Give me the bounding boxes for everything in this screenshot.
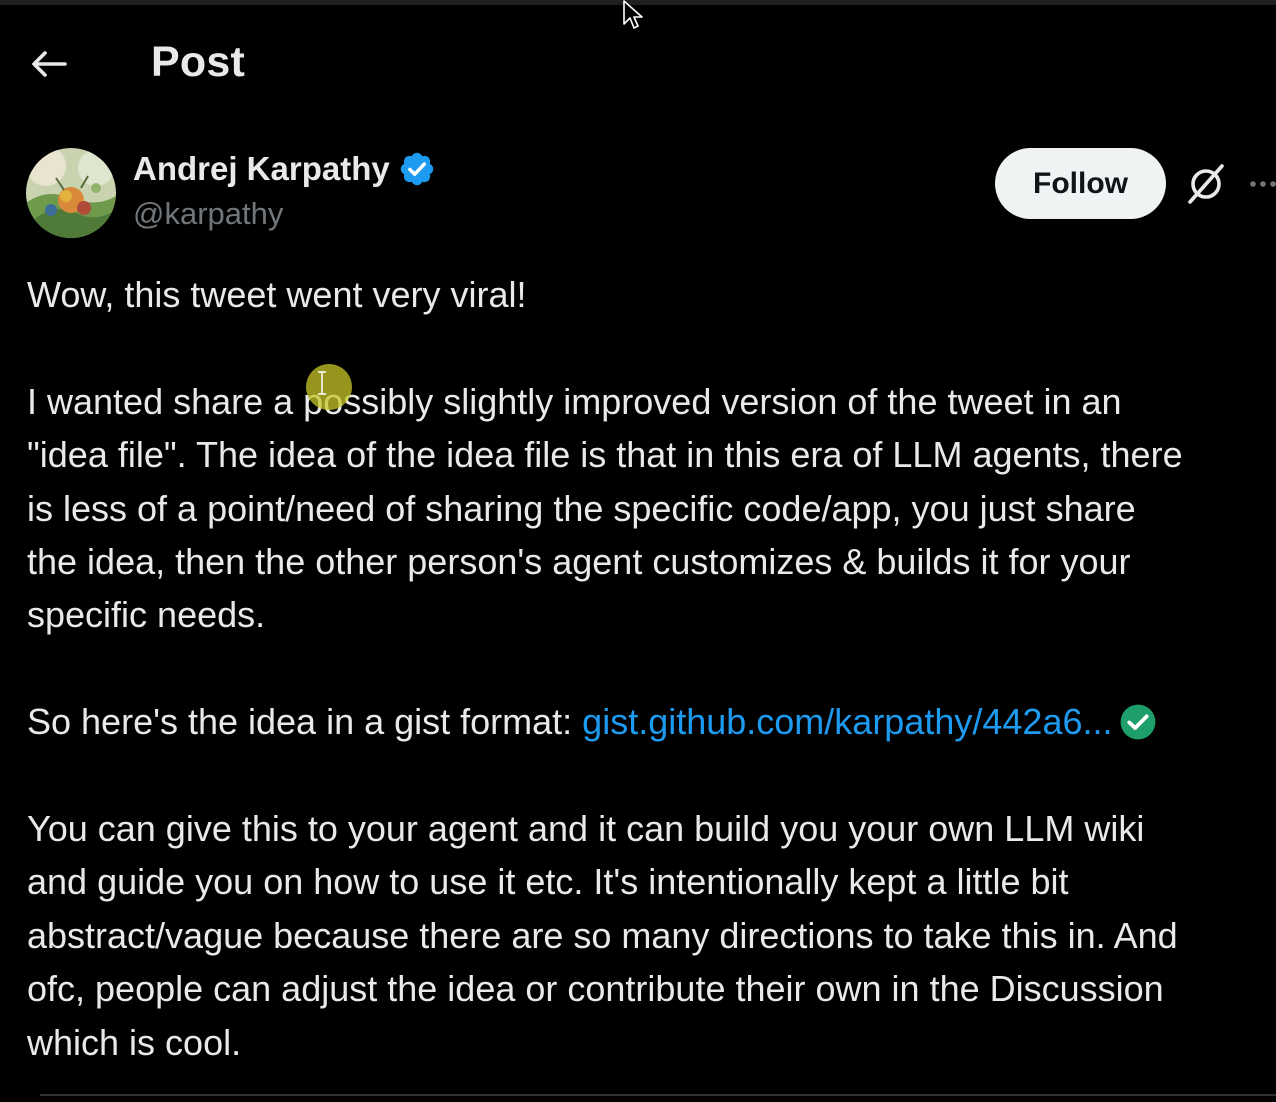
gist-prefix: So here's the idea in a gist format: xyxy=(27,701,583,743)
author-name-text: Andrej Karpathy xyxy=(133,150,390,187)
post-line: ofc, people can adjust the idea or contr… xyxy=(27,968,1164,1010)
page-title: Post xyxy=(151,38,245,86)
mouse-cursor-icon xyxy=(623,0,643,29)
more-horizontal-icon[interactable] xyxy=(1246,172,1276,196)
post-line: "idea file". The idea of the idea file i… xyxy=(27,434,1183,476)
post-line: Wow, this tweet went very viral! xyxy=(27,274,527,315)
post-line: abstract/vague because there are so many… xyxy=(27,914,1178,956)
post-line: specific needs. xyxy=(27,594,266,636)
author-name[interactable]: Andrej Karpathy xyxy=(133,150,436,188)
gist-link[interactable]: gist.github.com/karpathy/442a6... xyxy=(582,701,1112,742)
gist-line: So here's the idea in a gist format: gis… xyxy=(27,695,1276,748)
avatar[interactable] xyxy=(26,148,116,238)
grok-icon[interactable] xyxy=(1184,162,1228,206)
follow-button[interactable]: Follow xyxy=(995,148,1166,219)
avatar-illustration xyxy=(26,148,116,238)
post-line: You can give this to your agent and it c… xyxy=(27,808,1145,850)
post-text: Wow, this tweet went very viral! I wante… xyxy=(27,268,1276,1069)
divider xyxy=(40,1094,1276,1096)
post-line: which is cool. xyxy=(27,1021,242,1063)
verified-badge-icon xyxy=(400,152,433,186)
post-header: Post xyxy=(0,30,1276,100)
post-line: the idea, then the other person's agent … xyxy=(27,541,1131,583)
author-handle[interactable]: @karpathy xyxy=(133,196,283,232)
check-circle-icon xyxy=(1120,704,1155,740)
post-line: and guide you on how to use it etc. It's… xyxy=(27,861,1069,903)
back-button[interactable] xyxy=(26,44,72,84)
post-line: is less of a point/need of sharing the s… xyxy=(27,487,1136,529)
arrow-left-icon xyxy=(32,51,67,77)
post-line: I wanted share a possibly slightly impro… xyxy=(27,380,1122,422)
